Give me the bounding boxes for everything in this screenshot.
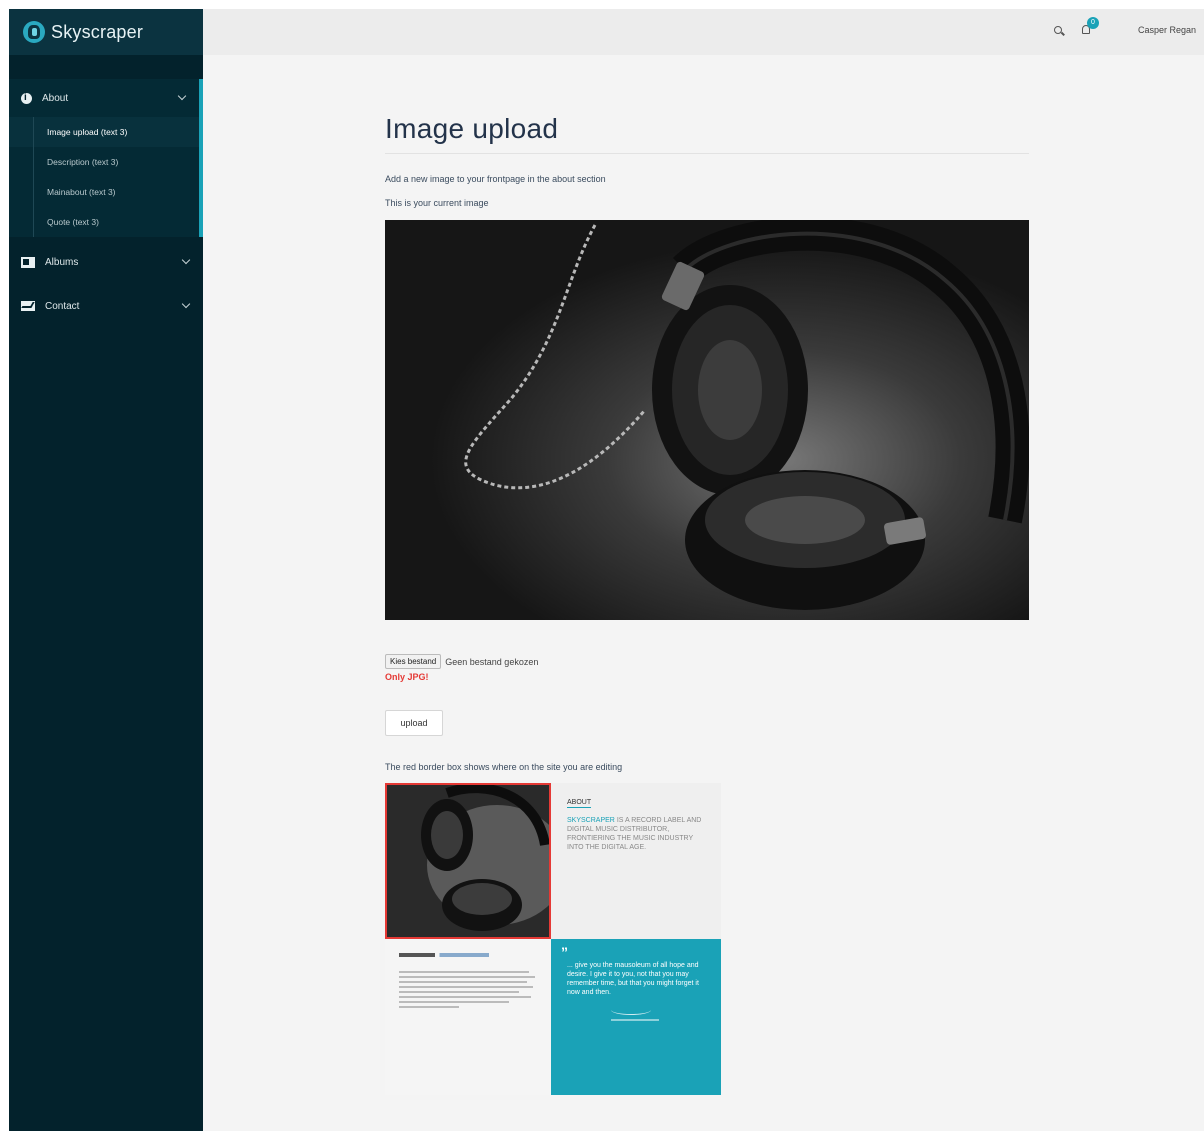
preview-about: ABOUT SKYSCRAPER is a record label and d… bbox=[551, 783, 721, 939]
sidebar-section-label: Contact bbox=[45, 300, 80, 312]
info-icon bbox=[21, 92, 32, 104]
file-status: Geen bestand gekozen bbox=[445, 656, 539, 667]
choose-file-button[interactable]: Kies bestand bbox=[385, 654, 442, 669]
text-line bbox=[399, 986, 533, 988]
page-title: Image upload bbox=[385, 113, 559, 144]
notifications-button[interactable]: 0 bbox=[1082, 17, 1100, 39]
preview-about-text: SKYSCRAPER is a record label and digital… bbox=[567, 816, 705, 852]
topbar: 0 Casper Regan bbox=[203, 9, 1204, 55]
sidebar-item-mainabout[interactable]: Mainabout (text 3) bbox=[9, 177, 199, 207]
quote-icon: ” bbox=[561, 944, 568, 960]
sidebar-section-label: About bbox=[42, 92, 69, 104]
text-line bbox=[399, 991, 519, 993]
user-menu[interactable]: Casper Regan bbox=[1138, 25, 1196, 35]
text-line bbox=[399, 996, 531, 998]
preview-headphones-photo bbox=[387, 785, 549, 937]
sidebar-submenu-about: Image upload (text 3) Description (text … bbox=[9, 117, 203, 237]
app-frame: Skyscraper About Image upload (text 3) D… bbox=[9, 9, 1204, 1131]
sidebar-item-description[interactable]: Description (text 3) bbox=[9, 147, 199, 177]
chevron-down-icon bbox=[177, 91, 187, 101]
sidebar-section-about[interactable]: About bbox=[9, 79, 203, 117]
current-image bbox=[385, 220, 1029, 620]
file-type-hint: Only JPG! bbox=[385, 672, 429, 682]
preview-quote: ” ... give you the mausoleum of all hope… bbox=[551, 939, 721, 1095]
text-line bbox=[399, 971, 529, 973]
divider bbox=[385, 153, 1029, 154]
brand-name: Skyscraper bbox=[51, 21, 144, 42]
sidebar-item-image-upload[interactable]: Image upload (text 3) bbox=[9, 117, 199, 147]
preview-about-title: ABOUT bbox=[567, 799, 592, 808]
upload-button[interactable]: upload bbox=[385, 710, 443, 736]
file-input: Kies bestand Geen bestand gekozen bbox=[385, 654, 538, 669]
notification-badge: 0 bbox=[1087, 17, 1099, 29]
site-preview: ABOUT SKYSCRAPER is a record label and d… bbox=[385, 783, 721, 1095]
mail-icon bbox=[21, 301, 35, 311]
text-line bbox=[399, 1006, 459, 1008]
preview-about-brand: SKYSCRAPER bbox=[567, 817, 615, 824]
sidebar: Skyscraper About Image upload (text 3) D… bbox=[9, 9, 203, 1131]
chevron-down-icon bbox=[181, 255, 191, 265]
preview-caption: The red border box shows where on the si… bbox=[385, 762, 623, 772]
sidebar-section-albums[interactable]: Albums bbox=[9, 243, 203, 281]
sidebar-section-label: Albums bbox=[45, 256, 79, 268]
preview-image-highlight bbox=[385, 783, 551, 939]
text-line bbox=[399, 1001, 509, 1003]
search-icon[interactable] bbox=[1054, 26, 1062, 34]
headphones-photo bbox=[385, 220, 1029, 620]
chevron-down-icon bbox=[181, 299, 191, 309]
skyscraper-logo-icon bbox=[23, 21, 45, 43]
text-line bbox=[399, 981, 527, 983]
signature-caption bbox=[611, 1019, 659, 1021]
preview-description bbox=[385, 939, 551, 1095]
preview-quote-text: ... give you the mausoleum of all hope a… bbox=[567, 962, 699, 996]
signature-icon bbox=[611, 1005, 651, 1015]
current-image-label: This is your current image bbox=[385, 198, 489, 208]
brand[interactable]: Skyscraper bbox=[9, 9, 203, 55]
sidebar-nav: About Image upload (text 3) Description … bbox=[9, 79, 203, 325]
text-line bbox=[399, 976, 535, 978]
sidebar-section-contact[interactable]: Contact bbox=[9, 287, 203, 325]
preview-description-heading bbox=[399, 953, 489, 957]
sidebar-item-quote[interactable]: Quote (text 3) bbox=[9, 207, 199, 237]
album-icon bbox=[21, 256, 35, 268]
page-description: Add a new image to your frontpage in the… bbox=[385, 174, 606, 184]
